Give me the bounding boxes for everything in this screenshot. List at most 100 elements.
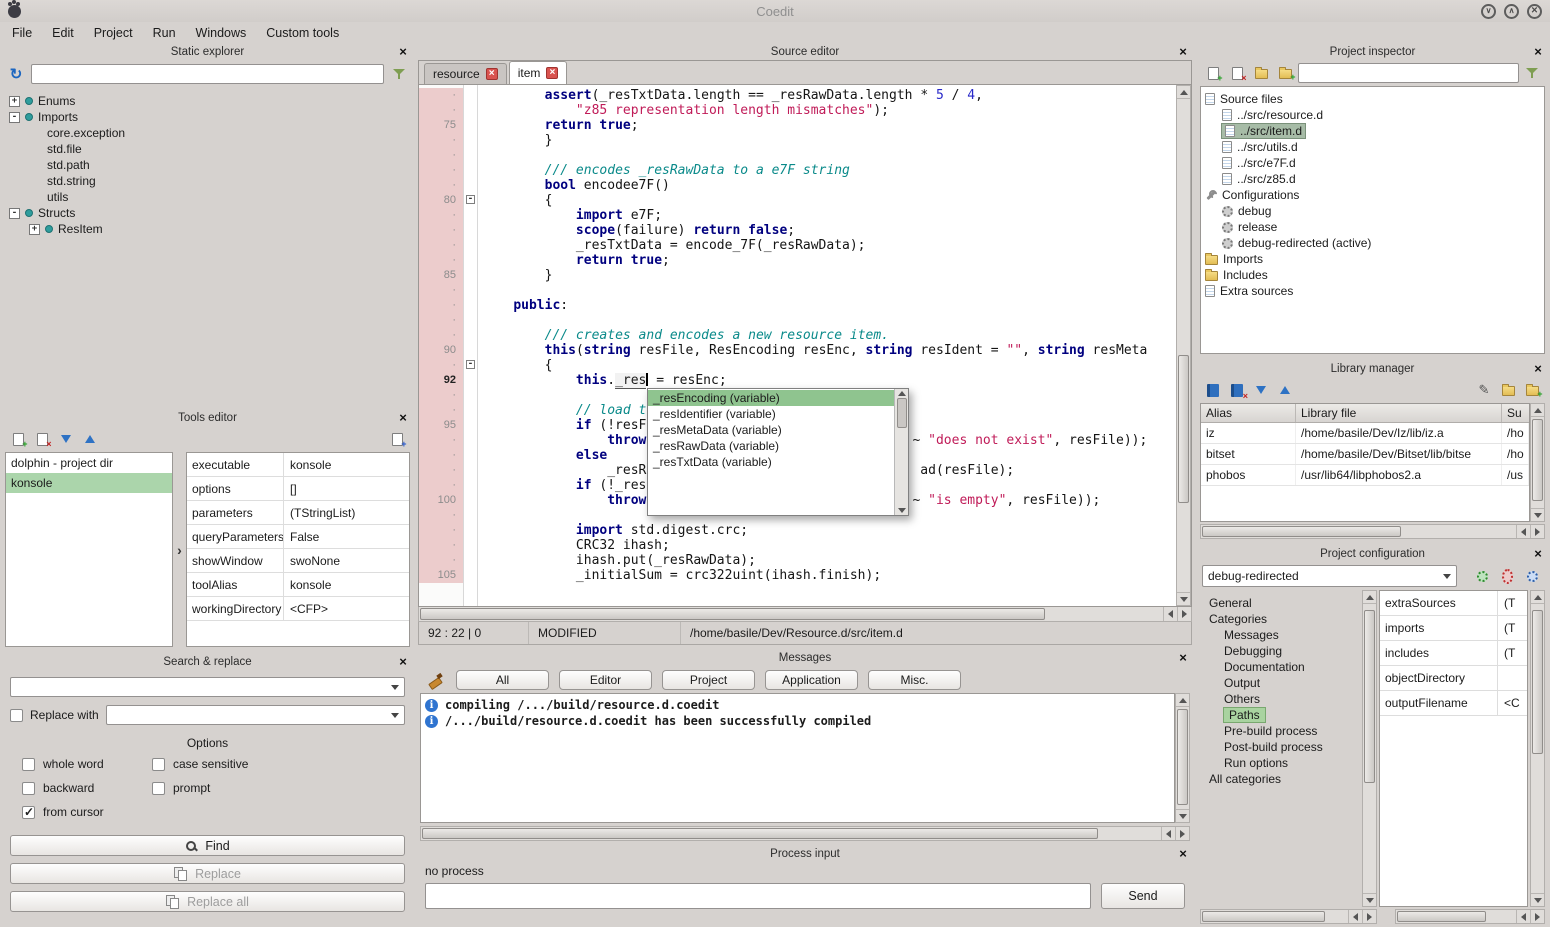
scroll-up-button[interactable]: [1531, 404, 1544, 417]
close-panel-icon[interactable]: [1174, 847, 1192, 861]
option-value[interactable]: <C: [1498, 691, 1527, 715]
case-sensitive-checkbox[interactable]: [152, 758, 165, 771]
find-button[interactable]: Find: [10, 835, 405, 856]
tree-node-import[interactable]: std.string: [5, 173, 410, 189]
scroll-right-button[interactable]: [1530, 910, 1544, 923]
move-tool-up-button[interactable]: [79, 428, 101, 450]
tree-node-config[interactable]: debug: [1201, 203, 1544, 219]
completion-item-selected[interactable]: _resEncoding (variable): [648, 390, 894, 406]
property-row[interactable]: toolAliaskonsole: [187, 573, 409, 597]
tree-node-import[interactable]: utils: [5, 189, 410, 205]
menu-edit[interactable]: Edit: [52, 26, 74, 40]
replace-with-combobox[interactable]: [106, 705, 405, 725]
menu-windows[interactable]: Windows: [196, 26, 247, 40]
menu-project[interactable]: Project: [94, 26, 133, 40]
scroll-up-button[interactable]: [898, 391, 906, 396]
library-row[interactable]: phobos /usr/lib64/libphobos2.a /us: [1201, 465, 1529, 486]
category-debugging[interactable]: Debugging: [1200, 643, 1360, 659]
code-line[interactable]: [482, 283, 1176, 298]
category-messages[interactable]: Messages: [1200, 627, 1360, 643]
window-maximize-button[interactable]: [1504, 4, 1519, 19]
property-row[interactable]: options[]: [187, 477, 409, 501]
property-value[interactable]: False: [284, 525, 409, 548]
scroll-left-button[interactable]: [1163, 607, 1177, 621]
scroll-left-button[interactable]: [1516, 910, 1530, 923]
tree-node-imports[interactable]: Imports: [1201, 251, 1544, 267]
code-line[interactable]: /// creates and encodes a new resource i…: [482, 328, 1176, 343]
scroll-right-button[interactable]: [1362, 910, 1376, 923]
collapse-icon[interactable]: [9, 208, 20, 219]
property-row[interactable]: parameters(TStringList): [187, 501, 409, 525]
add-library-button[interactable]: [1202, 379, 1224, 401]
property-row[interactable]: queryParametersFalse: [187, 525, 409, 549]
option-value[interactable]: (T: [1498, 641, 1527, 665]
fold-collapse-icon[interactable]: [466, 195, 475, 204]
scrollbar-thumb[interactable]: [1177, 709, 1188, 805]
tree-node-file[interactable]: ../src/utils.d: [1201, 139, 1544, 155]
scroll-down-button[interactable]: [1363, 893, 1376, 906]
property-row[interactable]: workingDirectory<CFP>: [187, 597, 409, 621]
scrollbar-thumb[interactable]: [1532, 419, 1543, 501]
expand-icon[interactable]: [29, 224, 40, 235]
scroll-up-button[interactable]: [1177, 86, 1190, 99]
messages-vertical-scrollbar[interactable]: [1175, 693, 1190, 823]
code-line[interactable]: import e7F;: [482, 208, 1176, 223]
option-row[interactable]: outputFilename<C: [1380, 691, 1527, 716]
completion-item[interactable]: _resIdentifier (variable): [648, 406, 894, 422]
window-shade-button[interactable]: [1481, 4, 1496, 19]
property-value[interactable]: <CFP>: [284, 597, 409, 620]
option-row[interactable]: imports(T: [1380, 616, 1527, 641]
scroll-down-button[interactable]: [1176, 809, 1189, 822]
options-horizontal-scrollbar[interactable]: [1395, 909, 1545, 924]
filter-editor-button[interactable]: Editor: [559, 670, 652, 690]
scroll-down-button[interactable]: [1531, 508, 1544, 521]
prompt-checkbox[interactable]: [152, 782, 165, 795]
tree-node-config-active[interactable]: debug-redirected (active): [1201, 235, 1544, 251]
scroll-right-button[interactable]: [1175, 827, 1189, 840]
close-panel-icon[interactable]: [394, 655, 412, 669]
tree-node-configurations[interactable]: Configurations: [1201, 187, 1544, 203]
scroll-up-button[interactable]: [1531, 591, 1544, 604]
library-row[interactable]: bitset /home/basile/Dev/Bitset/lib/bitse…: [1201, 444, 1529, 465]
code-line[interactable]: this._res = resEnc;: [482, 373, 1176, 388]
category-paths-selected[interactable]: Paths: [1200, 707, 1360, 723]
replace-all-button[interactable]: Replace all: [10, 891, 405, 912]
category-all-categories[interactable]: All categories: [1200, 771, 1360, 787]
code-line[interactable]: }: [482, 133, 1176, 148]
library-horizontal-scrollbar[interactable]: [1200, 524, 1545, 539]
editor-horizontal-scrollbar[interactable]: [418, 607, 1192, 622]
scrollbar-thumb[interactable]: [1397, 911, 1486, 922]
column-alias[interactable]: Alias: [1201, 404, 1296, 422]
code-line[interactable]: CRC32 ihash;: [482, 538, 1176, 553]
close-tab-icon[interactable]: [486, 68, 498, 80]
expand-icon[interactable]: [9, 96, 20, 107]
edit-library-button[interactable]: [1473, 379, 1495, 401]
menu-custom-tools[interactable]: Custom tools: [266, 26, 339, 40]
scrollbar-thumb[interactable]: [1364, 610, 1375, 783]
code-line[interactable]: _initialSum = crc322uint(ihash.finish);: [482, 568, 1176, 583]
option-value[interactable]: [1498, 666, 1527, 690]
search-term-combobox[interactable]: [10, 677, 405, 697]
tree-node-config[interactable]: release: [1201, 219, 1544, 235]
add-library-folder-button[interactable]: [1521, 379, 1543, 401]
filter-application-button[interactable]: Application: [765, 670, 858, 690]
table-header[interactable]: Alias Library file Su: [1201, 404, 1529, 423]
scroll-down-button[interactable]: [1177, 592, 1190, 605]
close-panel-icon[interactable]: [1529, 547, 1547, 561]
tree-node-extra-sources[interactable]: Extra sources: [1201, 283, 1544, 299]
tree-node-file[interactable]: ../src/e7F.d: [1201, 155, 1544, 171]
scroll-right-button[interactable]: [1177, 607, 1191, 621]
clone-configuration-button[interactable]: [1521, 565, 1543, 587]
move-library-up-button[interactable]: [1274, 379, 1296, 401]
option-prompt[interactable]: prompt: [152, 781, 405, 795]
category-output[interactable]: Output: [1200, 675, 1360, 691]
code-line[interactable]: return true;: [482, 253, 1176, 268]
collapse-icon[interactable]: [9, 112, 20, 123]
code-line[interactable]: _resTxtData = encode_7F(_resRawData);: [482, 238, 1176, 253]
refresh-symbols-button[interactable]: [5, 63, 27, 85]
tab-resource[interactable]: resource: [424, 63, 507, 84]
messages-horizontal-scrollbar[interactable]: [420, 826, 1190, 841]
option-from-cursor[interactable]: from cursor: [22, 805, 152, 819]
code-line[interactable]: {: [482, 358, 1176, 373]
code-line[interactable]: [482, 148, 1176, 163]
